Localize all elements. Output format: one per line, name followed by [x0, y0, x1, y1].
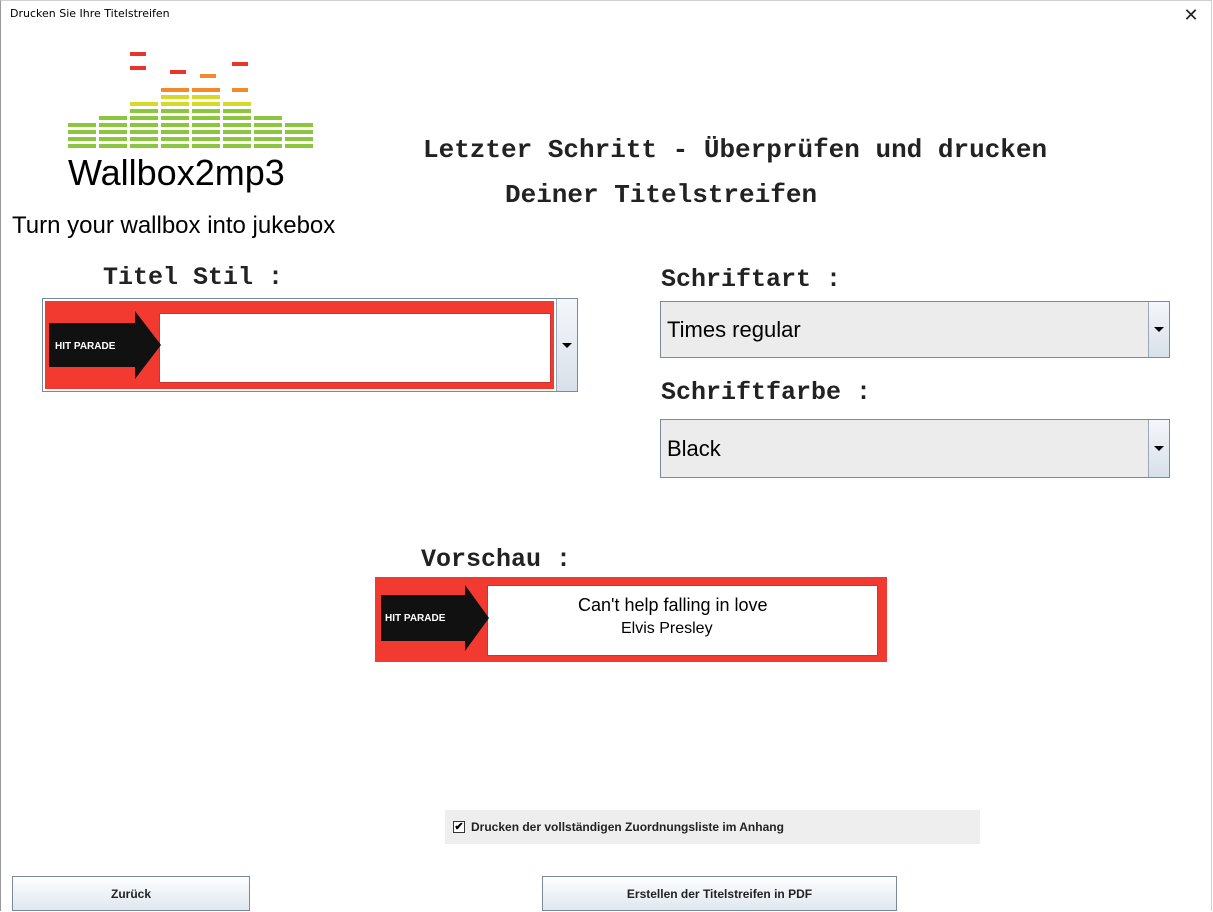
close-icon[interactable]: ✕ [1177, 2, 1205, 28]
logo-tagline: Turn your wallbox into jukebox [12, 212, 336, 239]
chevron-down-icon [1154, 446, 1164, 451]
page-heading-line2: Deiner Titelstreifen [505, 180, 818, 210]
chevron-down-icon [562, 342, 572, 348]
font-select[interactable]: Times regular [660, 301, 1170, 358]
wallbox2mp3-logo-icon [68, 52, 313, 148]
title-style-dropdown-button[interactable] [556, 299, 577, 391]
strip-label-area [159, 313, 551, 383]
title-style-label: Titel Stil : [103, 263, 284, 292]
title-style-combo[interactable]: HIT PARADE [42, 298, 578, 392]
font-select-value: Times regular [667, 316, 801, 342]
page-heading-line1: Letzter Schritt - Überprüfen und drucken [423, 135, 1048, 165]
strip-badge-label: HIT PARADE [55, 341, 116, 352]
back-button[interactable]: Zurück [12, 876, 250, 911]
font-dropdown-button[interactable] [1148, 302, 1169, 357]
font-color-select-value: Black [667, 435, 721, 461]
preview-label: Vorschau : [421, 545, 572, 574]
window-title: Drucken Sie Ihre Titelstreifen [10, 7, 170, 20]
preview-badge-label: HIT PARADE [385, 613, 446, 624]
preview-song-title: Can't help falling in love [578, 595, 768, 615]
font-color-select[interactable]: Black [660, 419, 1170, 478]
font-color-label: Schriftfarbe : [661, 378, 872, 407]
preview-artist: Elvis Presley [621, 620, 713, 637]
preview-strip: HIT PARADE Can't help falling in love El… [375, 577, 887, 662]
print-list-label[interactable]: Drucken der vollständigen Zuordnungslist… [471, 820, 784, 834]
font-label: Schriftart : [661, 265, 842, 294]
create-pdf-button[interactable]: Erstellen der Titelstreifen in PDF [542, 876, 897, 911]
chevron-down-icon [1154, 327, 1164, 332]
print-list-panel: ✔ Drucken der vollständigen Zuordnungsli… [445, 810, 980, 844]
logo-wordmark: Wallbox2mp3 [68, 152, 285, 193]
font-color-dropdown-button[interactable] [1148, 420, 1169, 477]
title-style-strip: HIT PARADE [45, 301, 554, 389]
print-list-checkbox[interactable]: ✔ [453, 821, 465, 833]
